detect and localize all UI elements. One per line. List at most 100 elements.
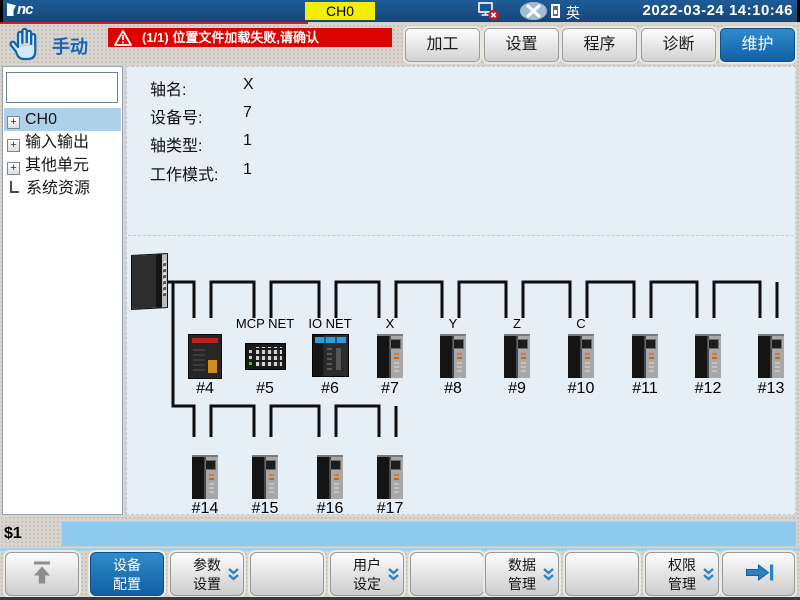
device-tag: C: [576, 316, 585, 331]
device-id: #12: [695, 380, 722, 398]
device-tag: Z: [513, 316, 521, 331]
servo-drive-icon[interactable]: [377, 455, 403, 499]
permission-management-button[interactable]: 权限管理: [645, 552, 719, 596]
info-value-device-no: 7: [243, 104, 252, 122]
info-label-axis-name: 轴名:: [150, 76, 186, 100]
host-controller-icon[interactable]: [131, 253, 168, 310]
tree-item-other-units[interactable]: 其他单元: [4, 154, 121, 177]
mode-label: 手动: [52, 33, 88, 59]
chevron-down-icon: [387, 567, 400, 585]
page-up-button[interactable]: [5, 552, 79, 596]
info-value-axis-name: X: [243, 76, 254, 94]
tab-maintenance[interactable]: 维护: [720, 28, 795, 62]
expand-icon[interactable]: [7, 162, 20, 175]
device-tree-panel: CH0 输入输出 其他单元 系统资源: [2, 66, 123, 515]
info-label-axis-type: 轴类型:: [150, 132, 202, 156]
servo-drive-icon[interactable]: [440, 334, 466, 378]
device-id: #6: [321, 380, 339, 398]
next-page-button[interactable]: [722, 552, 795, 596]
tree-item-label: 系统资源: [26, 180, 90, 197]
device-id: #8: [444, 380, 462, 398]
tab-diagnosis[interactable]: 诊断: [641, 28, 716, 62]
empty-softkey-button[interactable]: [410, 552, 484, 596]
chevron-down-icon: [542, 567, 555, 585]
brand-logo: nc: [7, 1, 33, 18]
inverter-device-icon[interactable]: [188, 334, 222, 379]
right-arrow-icon: [743, 562, 774, 587]
device-tag: Y: [449, 316, 458, 331]
status-progress-bar: [62, 522, 796, 546]
tab-program[interactable]: 程序: [562, 28, 637, 62]
device-tag: X: [386, 316, 395, 331]
servo-drive-icon[interactable]: [695, 334, 721, 378]
input-method-icon[interactable]: [551, 4, 560, 18]
vent-detail: [193, 347, 205, 371]
device-config-button[interactable]: 设备配置: [90, 552, 164, 596]
expand-icon[interactable]: [7, 139, 20, 152]
device-id: #13: [758, 380, 785, 398]
servo-drive-icon[interactable]: [632, 334, 658, 378]
empty-softkey-button[interactable]: [250, 552, 324, 596]
device-detail-panel: [126, 66, 796, 515]
servo-drive-icon[interactable]: [758, 334, 784, 378]
alert-banner[interactable]: (1/1) 位置文件加载失败,请确认: [108, 28, 392, 47]
cnc-maintenance-screen: nc CH0 英 2022-03-24 14:10:46: [0, 0, 800, 600]
info-label-device-no: 设备号:: [150, 104, 202, 128]
close-icon[interactable]: [520, 2, 547, 20]
manual-mode-hand-icon: [8, 26, 44, 67]
device-id: #14: [192, 500, 219, 518]
tree-filter-input[interactable]: [6, 72, 118, 103]
button-label: 配置: [91, 575, 163, 594]
tree-branch-icon: [10, 181, 19, 193]
info-value-axis-type: 1: [243, 132, 252, 150]
empty-softkey-button[interactable]: [565, 552, 639, 596]
language-indicator[interactable]: 英: [566, 3, 580, 23]
servo-drive-icon[interactable]: [317, 455, 343, 499]
info-label-work-mode: 工作模式:: [150, 161, 218, 185]
servo-drive-icon[interactable]: [504, 334, 530, 378]
title-bar: nc CH0 英 2022-03-24 14:10:46: [0, 0, 800, 22]
data-management-button[interactable]: 数据管理: [485, 552, 559, 596]
device-id: #7: [381, 380, 399, 398]
tab-settings[interactable]: 设置: [484, 28, 559, 62]
tree-item-label: 其他单元: [25, 157, 89, 174]
mcp-panel-device-icon[interactable]: [245, 343, 286, 370]
io-net-device-icon[interactable]: [312, 334, 349, 377]
tree-item-label: CH0: [25, 111, 57, 128]
tree-item-label: 输入输出: [25, 134, 89, 151]
tree-item-io[interactable]: 输入输出: [4, 131, 121, 154]
channel-status-label: $1: [4, 525, 22, 543]
device-id: #11: [632, 380, 658, 398]
servo-drive-icon[interactable]: [568, 334, 594, 378]
servo-drive-icon[interactable]: [252, 455, 278, 499]
device-id: #9: [508, 380, 526, 398]
device-id: #17: [377, 500, 404, 518]
expand-icon[interactable]: [7, 116, 20, 129]
device-id: #16: [317, 500, 344, 518]
device-id: #4: [196, 380, 214, 398]
device-tag: IO NET: [308, 316, 351, 331]
channel-badge: CH0: [305, 2, 375, 20]
logo-text: nc: [17, 1, 33, 18]
warning-icon: [114, 30, 132, 46]
chevron-down-icon: [702, 567, 715, 585]
button-label: 设备: [91, 556, 163, 575]
up-arrow-icon: [30, 560, 54, 589]
tab-process[interactable]: 加工: [405, 28, 480, 62]
tree-item-ch0[interactable]: CH0: [4, 108, 121, 131]
clock: 2022-03-24 14:10:46: [643, 2, 793, 19]
chevron-down-icon: [227, 567, 240, 585]
info-value-work-mode: 1: [243, 161, 252, 179]
servo-drive-icon[interactable]: [192, 455, 218, 499]
servo-drive-icon[interactable]: [377, 334, 403, 378]
network-error-icon[interactable]: [478, 2, 500, 26]
device-id: #5: [256, 380, 274, 398]
section-divider: [128, 235, 794, 236]
logo-icon: [7, 3, 16, 16]
user-settings-button[interactable]: 用户设定: [330, 552, 404, 596]
device-tag: MCP NET: [236, 316, 294, 331]
toolbar-separator: [0, 548, 800, 551]
parameter-settings-button[interactable]: 参数设置: [170, 552, 244, 596]
tree-item-system-resources[interactable]: 系统资源: [4, 177, 121, 200]
device-id: #10: [568, 380, 595, 398]
